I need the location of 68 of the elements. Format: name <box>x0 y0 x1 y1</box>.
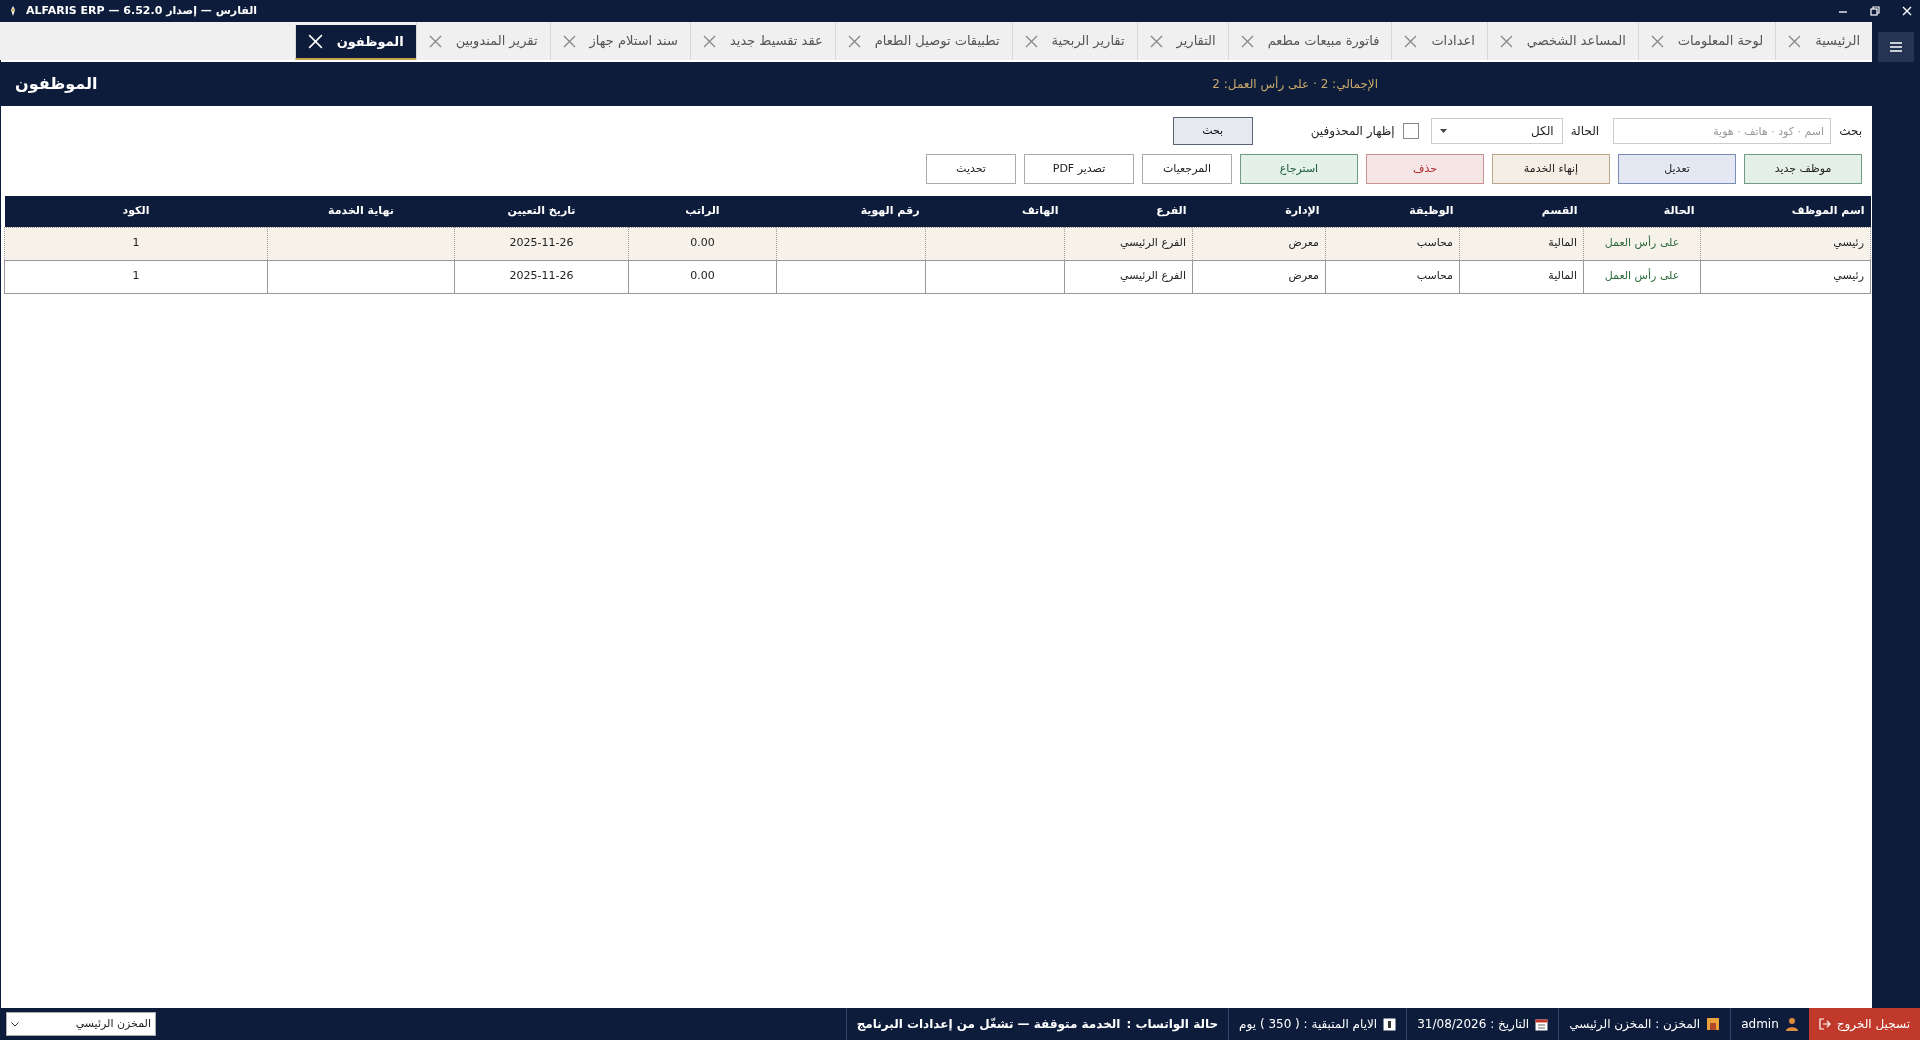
status-text: admin <box>1741 1016 1779 1033</box>
menu-icon <box>1890 42 1902 52</box>
action-button[interactable]: تحديث <box>926 154 1016 184</box>
action-button[interactable]: المرجعيات <box>1142 154 1232 184</box>
tab[interactable]: الموظفون <box>294 25 416 60</box>
column-header: الراتب <box>628 196 777 227</box>
column-header: نهاية الخدمة <box>267 196 455 227</box>
action-button[interactable]: حذف <box>1366 154 1484 184</box>
column-header: الإدارة <box>1192 196 1326 227</box>
table-cell: 2025-11-26 <box>454 260 629 293</box>
menu-button[interactable] <box>1878 32 1914 62</box>
action-button[interactable]: تعديل <box>1618 154 1736 184</box>
action-button[interactable]: استرجاع <box>1240 154 1358 184</box>
restore-icon[interactable] <box>1870 6 1880 16</box>
column-header: الوظيفة <box>1325 196 1460 227</box>
table-cell: 1 <box>4 227 268 260</box>
table-cell: المالية <box>1459 260 1584 293</box>
app-logo-icon <box>8 6 18 16</box>
search-field[interactable]: اسم · كود · هاتف · هوية <box>1613 118 1832 144</box>
table-cell: رئيسي <box>1700 260 1871 293</box>
caret-icon <box>1439 129 1447 133</box>
action-button[interactable]: إنهاء الخدمة <box>1492 154 1610 184</box>
action-button[interactable]: موظف جديد <box>1744 154 1862 184</box>
window-title: ALFARIS ERP — الفارس — إصدار 6.52.0 <box>26 2 258 19</box>
status-text: الخدمة متوقفة — تشغّل من إعدادات البرنامج <box>856 1016 1121 1033</box>
column-header: الفرع <box>1064 196 1193 227</box>
table-cell: 0.00 <box>628 260 777 293</box>
column-header: اسم الموظف <box>1700 196 1871 227</box>
user-icon <box>1784 1017 1799 1031</box>
exit-icon <box>1818 1018 1831 1030</box>
checkbox[interactable] <box>1402 123 1419 139</box>
table-cell: 2025-11-26 <box>454 227 629 260</box>
table-cell: رئيسي <box>1700 227 1871 260</box>
table-cell: محاسب <box>1325 227 1460 260</box>
status-text: المخزن : المخزن الرئيسي <box>1569 1016 1701 1033</box>
logout-button[interactable]: تسجيل الخروج <box>1808 1008 1920 1040</box>
table-cell: 1 <box>4 260 268 293</box>
checkbox-label: إظهار المحذوفين <box>1310 123 1395 140</box>
table-cell: على رأس العمل <box>1583 227 1701 260</box>
search-button[interactable]: بحث <box>1172 117 1253 145</box>
table-cell: معرض <box>1192 260 1326 293</box>
column-header: القسم <box>1459 196 1584 227</box>
status-text: التاريخ : 31/08/2026 <box>1417 1016 1530 1033</box>
store-icon <box>1706 1017 1721 1031</box>
action-button[interactable]: تصدير PDF <box>1024 154 1134 184</box>
column-header: رقم الهوية <box>776 196 926 227</box>
calendar-icon <box>1535 1017 1549 1031</box>
status-text: الايام المتبقية : ( 350 ) يوم <box>1239 1016 1378 1033</box>
table-cell: معرض <box>1192 227 1326 260</box>
page-title: الموظفون <box>15 73 98 95</box>
warehouse-dropdown[interactable]: المخزن الرئيسي <box>6 1012 156 1036</box>
table-cell: الفرع الرئيسي <box>1064 227 1193 260</box>
table-cell: محاسب <box>1325 260 1460 293</box>
column-header: الحالة <box>1583 196 1701 227</box>
summary-text: الإجمالي: 2 · على رأس العمل: 2 <box>1212 75 1378 93</box>
search-label: بحث <box>1839 123 1862 140</box>
status-label: حالة الواتساب : <box>1126 1016 1219 1033</box>
table-cell: 0.00 <box>628 227 777 260</box>
table-cell: على رأس العمل <box>1583 260 1701 293</box>
status-dropdown[interactable]: الكل <box>1430 118 1563 144</box>
chevron-icon <box>11 1021 19 1027</box>
column-header: الكود <box>4 196 268 227</box>
status-label: الحالة <box>1570 123 1600 140</box>
table-cell: الفرع الرئيسي <box>1064 260 1193 293</box>
calendar-icon <box>1383 1017 1397 1031</box>
column-header: الهاتف <box>925 196 1065 227</box>
column-header: تاريخ التعيين <box>454 196 629 227</box>
table-cell: المالية <box>1459 227 1584 260</box>
